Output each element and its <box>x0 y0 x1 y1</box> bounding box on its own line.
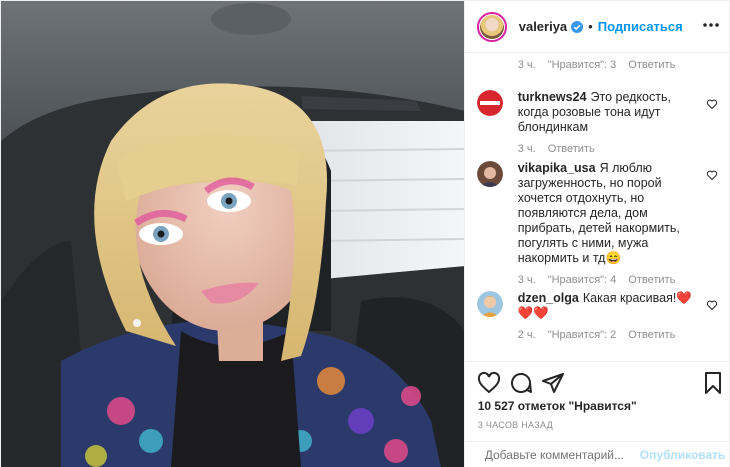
author-avatar[interactable] <box>476 11 507 42</box>
comment-meta: 2 ч. "Нравится": 2 Ответить <box>518 329 722 341</box>
comment-input[interactable] <box>484 448 640 462</box>
comment-time: 3 ч. <box>517 59 536 71</box>
comment-username[interactable]: vikapika_usa <box>518 161 596 175</box>
comment-avatar[interactable] <box>476 90 503 116</box>
comment-likes[interactable]: "Нравится": 2 <box>548 329 617 341</box>
avatar-image <box>476 161 503 187</box>
comment-like-icon[interactable] <box>706 299 718 311</box>
post-sidebar: valeriya • Подписаться 3 ч. "Нравится": … <box>463 1 730 467</box>
comment-avatar[interactable] <box>476 291 503 317</box>
reply-button[interactable]: Ответить <box>628 59 675 71</box>
comment-composer: Опубликовать <box>464 441 730 467</box>
bookmark-icon[interactable] <box>701 371 725 395</box>
comment-like-icon[interactable] <box>706 98 718 110</box>
comment-text-block: vikapika_usa Я люблю загруженность, но по… <box>518 161 698 266</box>
comment-likes[interactable]: "Нравится": 4 <box>548 274 617 286</box>
verified-badge-icon <box>571 20 584 33</box>
comment-text-block: dzen_olga Какая красивая!❤️❤️❤️ <box>518 291 698 321</box>
heart-icon[interactable] <box>477 371 501 395</box>
reply-button[interactable]: Ответить <box>548 143 595 155</box>
comment-username[interactable]: dzen_olga <box>518 291 579 305</box>
post-time-ago[interactable]: 3 ЧАСОВ НАЗАД <box>478 420 553 430</box>
follow-button[interactable]: Подписаться <box>598 19 683 34</box>
comment-item: turknews24 Это редкость, когда розовые то… <box>476 90 722 155</box>
comment-item: vikapika_usa Я люблю загруженность, но по… <box>476 161 722 286</box>
comments-list[interactable]: 3 ч. "Нравится": 3 Ответить turknews24 Эт… <box>465 54 730 360</box>
comment-like-icon[interactable] <box>706 169 718 181</box>
comment-meta: 3 ч. Ответить <box>518 143 722 155</box>
avatar-image <box>476 291 503 317</box>
comment-time: 3 ч. <box>517 143 536 155</box>
separator-dot: • <box>588 19 593 34</box>
comment-text: Я люблю загруженность, но порой хочется … <box>517 161 680 265</box>
post-photo[interactable] <box>1 1 464 467</box>
author-username[interactable]: valeriya <box>519 19 567 34</box>
turknews-logo <box>476 90 503 116</box>
reply-button[interactable]: Ответить <box>628 329 675 341</box>
post-image <box>1 1 464 467</box>
comment-meta: 3 ч. "Нравится": 3 Ответить <box>518 59 722 71</box>
reply-button[interactable]: Ответить <box>628 274 675 286</box>
instagram-post: valeriya • Подписаться 3 ч. "Нравится": … <box>0 0 730 467</box>
comment-icon[interactable] <box>509 371 533 395</box>
comment-username[interactable]: turknews24 <box>518 90 587 104</box>
comment-meta: 3 ч. "Нравится": 4 Ответить <box>518 274 722 286</box>
more-icon[interactable] <box>701 15 721 35</box>
share-icon[interactable] <box>541 371 565 395</box>
post-header: valeriya • Подписаться <box>464 1 730 53</box>
comment-time: 2 ч. <box>517 329 536 341</box>
comment-time: 3 ч. <box>517 274 536 286</box>
comment-item: 3 ч. "Нравится": 3 Ответить <box>477 59 722 71</box>
comment-avatar[interactable] <box>476 161 503 187</box>
publish-button[interactable]: Опубликовать <box>640 448 726 462</box>
likes-count[interactable]: 10 527 отметок "Нравится" <box>478 399 637 413</box>
comment-item: dzen_olga Какая красивая!❤️❤️❤️ 2 ч. "Нра… <box>476 291 722 341</box>
comment-likes[interactable]: "Нравится": 3 <box>548 59 617 71</box>
comment-text-block: turknews24 Это редкость, когда розовые то… <box>518 90 698 135</box>
